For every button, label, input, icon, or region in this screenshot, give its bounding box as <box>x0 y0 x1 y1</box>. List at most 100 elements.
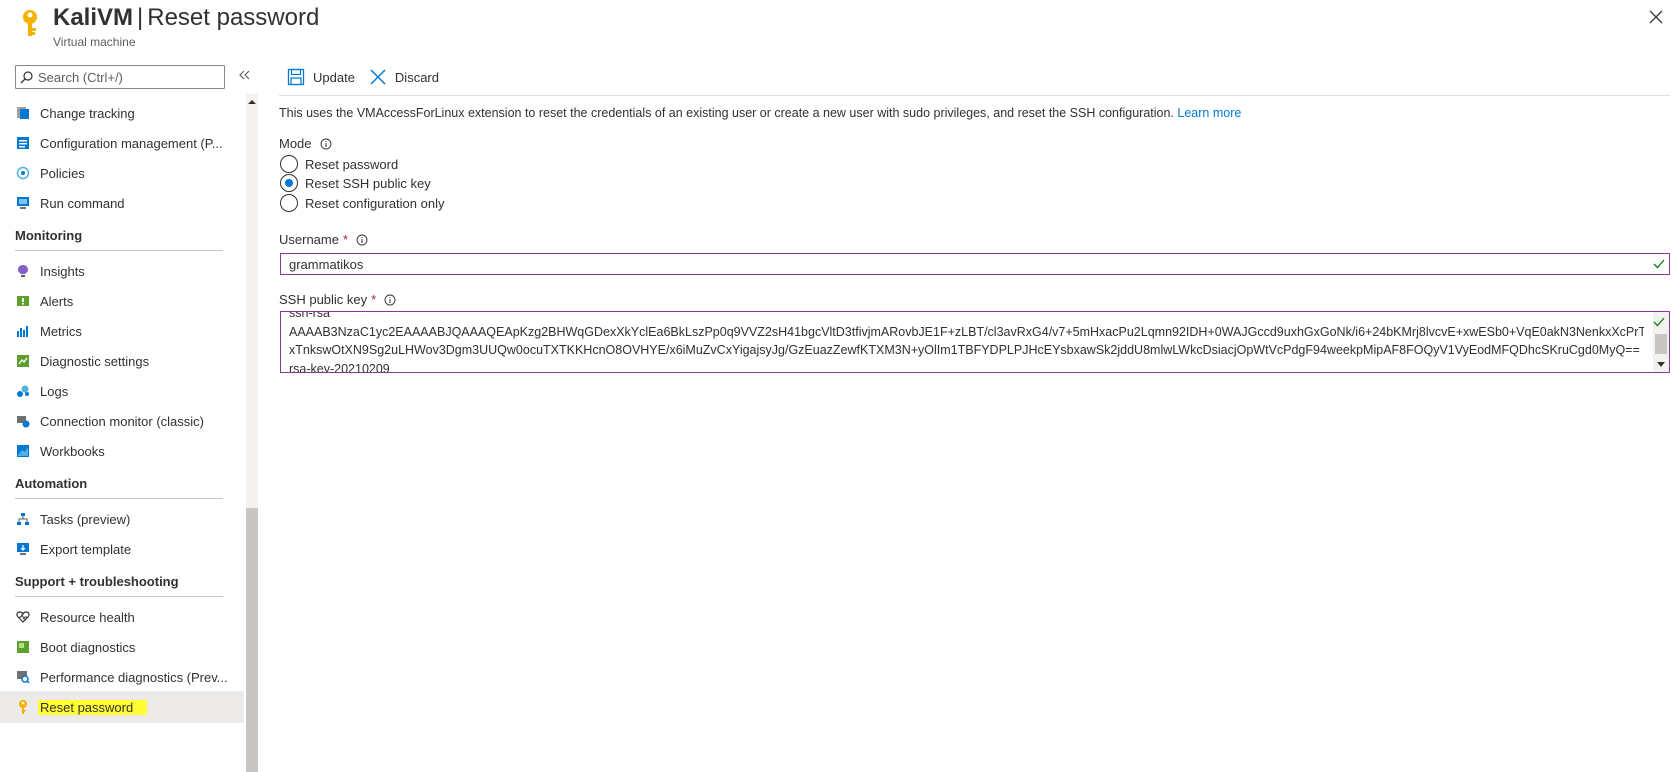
page-title: KaliVM | Reset password <box>53 4 319 32</box>
section-header-support: Support + troubleshooting <box>15 567 223 597</box>
menu-item-label: Run command <box>40 195 125 211</box>
radio-label: Reset SSH public key <box>305 175 431 191</box>
resource-health-icon <box>15 609 31 625</box>
menu-item-run-command[interactable]: Run command <box>0 187 244 219</box>
menu-item-label: Performance diagnostics (Prev... <box>40 669 228 685</box>
description-text: This uses the VMAccessForLinux extension… <box>279 106 1241 120</box>
menu-item-insights[interactable]: Insights <box>0 255 244 287</box>
toolbar-divider <box>279 95 1670 96</box>
menu-item-diagnostic-settings[interactable]: Diagnostic settings <box>0 345 244 377</box>
menu-item-label: Configuration management (P... <box>40 135 223 151</box>
menu-item-reset-password[interactable]: Reset password <box>0 691 244 723</box>
update-button[interactable]: Update <box>287 68 355 86</box>
workbooks-icon <box>15 443 31 459</box>
menu-item-workbooks[interactable]: Workbooks <box>0 435 244 467</box>
command-bar: Update Discard <box>287 64 453 90</box>
check-icon <box>1653 317 1665 327</box>
collapse-menu-icon[interactable] <box>237 68 251 82</box>
boot-diagnostics-icon <box>15 639 31 655</box>
search-icon <box>20 70 33 83</box>
username-input[interactable] <box>289 256 1639 272</box>
section-header-automation: Automation <box>15 469 223 499</box>
blade-name: Reset password <box>147 4 320 31</box>
radio-reset-ssh-public-key[interactable]: Reset SSH public key <box>280 174 431 192</box>
performance-diagnostics-icon <box>15 669 31 685</box>
configuration-icon <box>15 135 31 151</box>
description-body: This uses the VMAccessForLinux extension… <box>279 106 1174 120</box>
menu-item-label: Export template <box>40 541 132 557</box>
ssh-key-line: ssh-rsa <box>289 311 330 320</box>
ssh-key-line: AAAAB3NzaC1yc2EAAAABJQAAAQEApKzg2BHWqGDe… <box>289 324 1644 339</box>
resource-type: Virtual machine <box>53 35 136 49</box>
resource-name: KaliVM <box>53 4 134 31</box>
menu-item-label: Connection monitor (classic) <box>40 413 205 429</box>
tasks-icon <box>15 511 31 527</box>
resource-menu: Change tracking Configuration management… <box>0 60 260 772</box>
ssh-key-text[interactable]: ssh-rsa AAAAB3NzaC1yc2EAAAABJQAAAQEApKzg… <box>289 311 1644 372</box>
menu-item-logs[interactable]: Logs <box>0 375 244 407</box>
menu-item-connection-monitor[interactable]: Connection monitor (classic) <box>0 405 244 437</box>
radio-label: Reset configuration only <box>305 195 445 211</box>
radio-label: Reset password <box>305 156 399 172</box>
discard-icon <box>370 69 386 85</box>
menu-item-configuration-management[interactable]: Configuration management (P... <box>0 127 244 159</box>
menu-item-metrics[interactable]: Metrics <box>0 315 244 347</box>
menu-item-label: Alerts <box>40 293 74 309</box>
info-icon[interactable] <box>384 294 396 306</box>
radio-circle-selected <box>280 174 298 192</box>
radio-reset-password[interactable]: Reset password <box>280 155 398 173</box>
menu-item-label: Policies <box>40 165 85 181</box>
logs-icon <box>15 383 31 399</box>
menu-item-label: Insights <box>40 263 85 279</box>
change-tracking-icon <box>15 105 31 121</box>
insights-icon <box>15 263 31 279</box>
title-separator: | <box>137 4 144 31</box>
search-box[interactable] <box>15 65 225 89</box>
ssh-key-label: SSH public key * <box>279 292 396 307</box>
key-icon <box>15 699 31 715</box>
menu-item-boot-diagnostics[interactable]: Boot diagnostics <box>0 631 244 663</box>
menu-item-export-template[interactable]: Export template <box>0 533 244 565</box>
radio-reset-configuration-only[interactable]: Reset configuration only <box>280 194 444 212</box>
menu-item-tasks[interactable]: Tasks (preview) <box>0 503 244 535</box>
menu-item-label: Tasks (preview) <box>40 511 131 527</box>
username-field[interactable] <box>280 253 1670 275</box>
mode-label: Mode <box>279 136 332 151</box>
radio-circle <box>280 194 298 212</box>
metrics-icon <box>15 323 31 339</box>
discard-button[interactable]: Discard <box>369 68 439 86</box>
scroll-down-icon[interactable] <box>1657 362 1665 368</box>
check-icon <box>1653 259 1665 269</box>
menu-item-label: Boot diagnostics <box>40 639 136 655</box>
textarea-scrollbar-thumb[interactable] <box>1655 334 1667 354</box>
alerts-icon <box>15 293 31 309</box>
menu-item-alerts[interactable]: Alerts <box>0 285 244 317</box>
ssh-key-line: xTnkswOtXN9Sg2uLHWov3Dgm3UUQw0ocuTXTKKHc… <box>289 343 1640 357</box>
export-template-icon <box>15 541 31 557</box>
scroll-up-icon[interactable] <box>248 98 256 106</box>
menu-item-change-tracking[interactable]: Change tracking <box>0 100 244 129</box>
key-icon <box>23 10 37 36</box>
menu-item-label: Diagnostic settings <box>40 353 150 369</box>
discard-label: Discard <box>394 69 439 85</box>
menu-list: Change tracking Configuration management… <box>0 100 245 772</box>
required-marker: * <box>371 292 377 307</box>
menu-scrollbar-thumb[interactable] <box>246 508 258 772</box>
username-label: Username * <box>279 232 368 247</box>
menu-item-policies[interactable]: Policies <box>0 157 244 189</box>
close-icon[interactable] <box>1647 8 1665 26</box>
save-icon <box>287 68 305 86</box>
ssh-key-textarea[interactable]: ssh-rsa AAAAB3NzaC1yc2EAAAABJQAAAQEApKzg… <box>280 311 1670 373</box>
learn-more-link[interactable]: Learn more <box>1177 106 1241 120</box>
search-input[interactable] <box>38 69 218 85</box>
diagnostic-settings-icon <box>15 353 31 369</box>
info-icon[interactable] <box>320 138 332 150</box>
menu-item-label: Change tracking <box>40 105 135 121</box>
run-command-icon <box>15 195 31 211</box>
menu-item-performance-diagnostics[interactable]: Performance diagnostics (Prev... <box>0 661 244 693</box>
ssh-key-label-text: SSH public key <box>279 292 368 307</box>
menu-item-resource-health[interactable]: Resource health <box>0 601 244 633</box>
info-icon[interactable] <box>356 234 368 246</box>
menu-item-label: Reset password <box>38 699 148 715</box>
connection-monitor-icon <box>15 413 31 429</box>
